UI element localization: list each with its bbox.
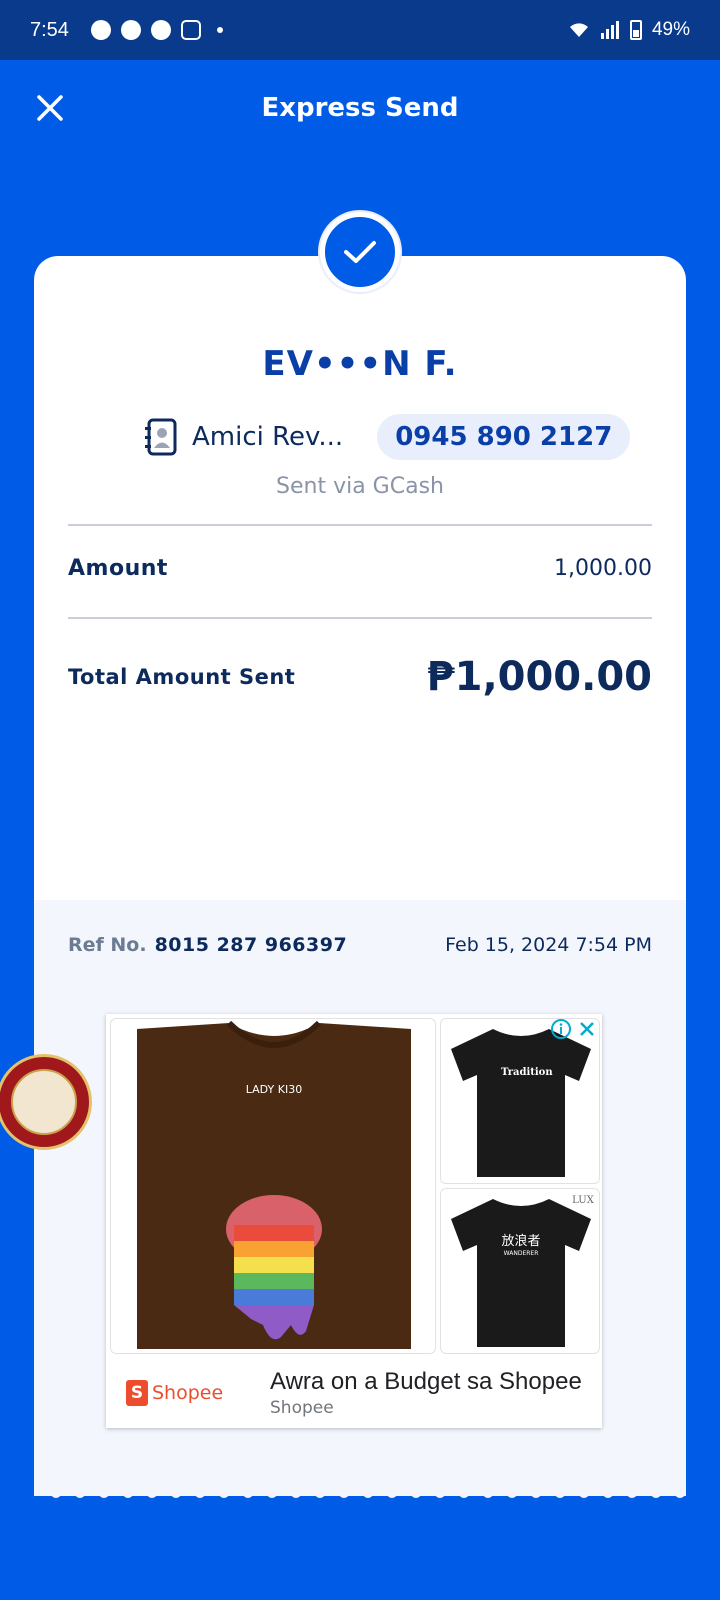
ad-product-tradition[interactable]: Tradition <box>440 1018 600 1184</box>
app-header: Express Send <box>0 60 720 156</box>
more-notifications-dot <box>216 27 223 33</box>
total-label: Total Amount Sent <box>68 665 296 689</box>
contact-name: Amici Rev... <box>192 422 344 452</box>
ref-number[interactable]: 8015 287 966397 <box>155 934 348 956</box>
shopee-ad-banner[interactable]: LADY KI30 Tradition 放浪者 WANDERER LUX S S… <box>106 1014 602 1428</box>
shirt-print-text: 放浪者 <box>501 1234 540 1249</box>
ad-info-icon[interactable] <box>550 1018 572 1040</box>
messenger-icon <box>150 20 171 40</box>
shirt-print-subtext: WANDERER <box>504 1250 539 1257</box>
shirt-image: 放浪者 WANDERER LUX <box>451 1195 595 1347</box>
shopee-logo: S Shopee <box>126 1380 250 1406</box>
notification-icons <box>90 20 223 40</box>
status-right: 49% <box>568 19 690 41</box>
phone-number-pill: 0945 890 2127 <box>377 414 631 460</box>
battery-percent: 49% <box>651 19 690 40</box>
success-check-icon <box>320 212 400 292</box>
receipt-footer: Ref No. 8015 287 966397 Feb 15, 2024 7:54… <box>34 900 686 1496</box>
divider <box>68 524 652 526</box>
status-bar: 7:54 49% <box>0 0 720 60</box>
contact-row: Amici Rev... 0945 890 2127 <box>144 414 631 460</box>
receipt-zigzag-edge <box>34 1486 686 1498</box>
receipt-card: EV•••N F. Amici Rev... 0945 890 2127 Sen… <box>34 212 686 1496</box>
ad-product-main[interactable]: LADY KI30 <box>110 1018 436 1354</box>
shopee-wordmark: Shopee <box>152 1382 224 1404</box>
brand-mark: LUX <box>572 1195 595 1206</box>
speedometer-icon <box>120 20 141 40</box>
shirt-print-text: LADY KI30 <box>246 1083 302 1096</box>
shirt-image: LADY KI30 <box>137 1020 411 1349</box>
floating-badge-sticker[interactable] <box>0 1054 92 1150</box>
battery-icon <box>629 20 642 40</box>
reference-row: Ref No. 8015 287 966397 Feb 15, 2024 7:54… <box>68 934 652 956</box>
transaction-datetime: Feb 15, 2024 7:54 PM <box>445 934 652 956</box>
contact-book-icon <box>145 418 177 456</box>
amount-label: Amount <box>68 556 168 581</box>
close-icon[interactable] <box>30 88 70 128</box>
recipient-name: EV•••N F. <box>262 344 458 384</box>
shirt-image: Tradition <box>451 1029 591 1177</box>
page-title: Express Send <box>261 93 459 123</box>
ad-text: Awra on a Budget sa Shopee Shopee <box>270 1368 582 1418</box>
ad-product-wanderer[interactable]: 放浪者 WANDERER LUX <box>440 1188 600 1354</box>
amount-value: 1,000.00 <box>554 556 652 581</box>
status-time: 7:54 <box>30 18 69 41</box>
total-row: Total Amount Sent ₱1,000.00 <box>68 654 652 700</box>
bottom-actions-peek <box>0 1580 720 1600</box>
total-value: ₱1,000.00 <box>426 654 652 700</box>
ad-controls <box>550 1018 598 1040</box>
chat-icon <box>90 20 111 40</box>
wifi-icon <box>569 23 588 37</box>
shirt-print-text: Tradition <box>501 1067 553 1078</box>
divider <box>68 617 652 619</box>
sent-via-text: Sent via GCash <box>276 474 444 499</box>
ad-footer[interactable]: S Shopee Awra on a Budget sa Shopee Shop… <box>106 1358 602 1428</box>
signal-icon <box>600 21 619 39</box>
ref-label: Ref No. <box>68 934 147 956</box>
ad-advertiser: Shopee <box>270 1398 334 1418</box>
amount-row: Amount 1,000.00 <box>68 556 652 581</box>
sticker-avatar <box>11 1069 77 1135</box>
ad-close-icon[interactable] <box>576 1018 598 1040</box>
instagram-icon <box>180 20 201 40</box>
ad-title[interactable]: Awra on a Budget sa Shopee <box>270 1368 582 1396</box>
shopee-bag-icon: S <box>126 1380 148 1406</box>
